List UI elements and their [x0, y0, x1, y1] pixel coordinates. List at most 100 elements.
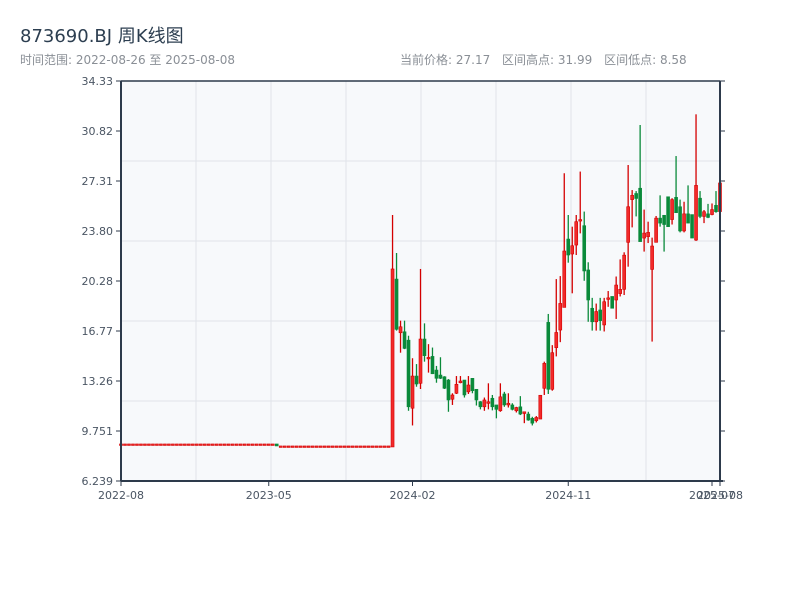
candle-body [370, 445, 375, 448]
candle-body [235, 443, 239, 446]
candle-body [294, 445, 299, 448]
candle-body [486, 401, 491, 404]
candle-body [510, 404, 515, 410]
candle-body [450, 394, 455, 400]
candle-body [302, 445, 307, 448]
candle-body [159, 443, 163, 446]
candle-body [187, 443, 191, 446]
candle-body [298, 445, 303, 448]
y-tick-label: 16.77 [82, 325, 114, 338]
candle-body [219, 443, 223, 446]
candle-body [562, 250, 567, 308]
x-tick-label: 2025-08 [697, 489, 743, 502]
candle-body [131, 443, 135, 446]
candle-body [282, 445, 287, 448]
candle-body [470, 378, 475, 392]
candle-body [590, 307, 595, 323]
candle-body [566, 238, 571, 256]
candle-body [606, 297, 610, 300]
candle-body [530, 418, 535, 424]
y-tick-label: 23.80 [82, 225, 114, 238]
candle-body [426, 357, 431, 360]
y-tick-label: 34.33 [82, 75, 114, 88]
candle-body [386, 445, 391, 448]
candle-body [574, 221, 579, 246]
candle-body [586, 269, 591, 301]
candle-body [155, 443, 159, 446]
candle-body [454, 383, 459, 394]
candle-body [538, 394, 543, 420]
candle-body [175, 443, 179, 446]
candle-body [342, 445, 347, 448]
candle-body [167, 443, 171, 446]
candle-body [231, 443, 235, 446]
candle-body [614, 284, 618, 301]
candle-body [250, 443, 255, 446]
candle-body [682, 213, 686, 232]
candle-body [199, 443, 203, 446]
candle-body [518, 406, 523, 415]
candle-body [143, 443, 147, 446]
candle-body [534, 417, 539, 422]
candle-body [690, 214, 694, 239]
candle-body [246, 443, 251, 446]
candle-body [242, 443, 247, 446]
candle-body [698, 197, 702, 217]
candle-body [462, 379, 467, 396]
candle-body [522, 411, 527, 414]
candle-body [422, 338, 427, 356]
candle-body [183, 443, 187, 446]
candle-body [318, 445, 323, 448]
candle-body [638, 187, 642, 242]
candle-body [215, 443, 219, 446]
candle-body [710, 209, 714, 215]
candle-body [646, 232, 650, 237]
candle-body [338, 445, 343, 448]
candle-body [458, 380, 463, 384]
candle-body [322, 445, 327, 448]
candle-body [270, 443, 275, 446]
candle-body [195, 443, 199, 446]
candle-body [434, 369, 439, 379]
candle-body [334, 445, 339, 448]
candle-body [410, 375, 415, 409]
candle-body [542, 363, 547, 389]
candle-body [227, 443, 231, 446]
candle-body [630, 195, 634, 200]
candle-body [179, 443, 183, 446]
candle-body [662, 214, 666, 225]
candle-body [626, 206, 630, 243]
x-tick-label: 2024-11 [545, 489, 591, 502]
candlestick-chart: 6.239 9.751 13.26 16.77 20.28 23.80 27.31 30.82… [82, 75, 743, 502]
candle-body [506, 402, 511, 406]
candle-body [350, 445, 355, 448]
candle-body [478, 401, 483, 408]
candle-body [554, 332, 559, 349]
candle-body [610, 296, 614, 309]
candle-body [207, 443, 211, 446]
x-tick-label: 2023-05 [246, 489, 292, 502]
candle-body [354, 445, 359, 448]
candle-body [702, 211, 706, 217]
candle-body [658, 217, 662, 224]
candle-body [203, 443, 207, 446]
y-tick-label: 9.751 [82, 425, 114, 438]
candle-body [578, 219, 583, 222]
candle-body [378, 445, 383, 448]
candle-body [558, 303, 563, 331]
candle-body [526, 413, 531, 421]
candle-body [694, 185, 698, 241]
candle-body [346, 445, 351, 448]
candle-body [550, 352, 555, 390]
candle-body [326, 445, 331, 448]
candle-body [666, 196, 670, 227]
candle-body [147, 443, 151, 446]
candle-body [239, 443, 243, 446]
candle-body [171, 443, 175, 446]
candle-body [258, 443, 263, 446]
candle-body [430, 356, 435, 375]
candle-body [266, 443, 271, 446]
candle-body [135, 443, 139, 446]
y-tick-label: 27.31 [82, 175, 114, 188]
candle-body [290, 445, 295, 448]
